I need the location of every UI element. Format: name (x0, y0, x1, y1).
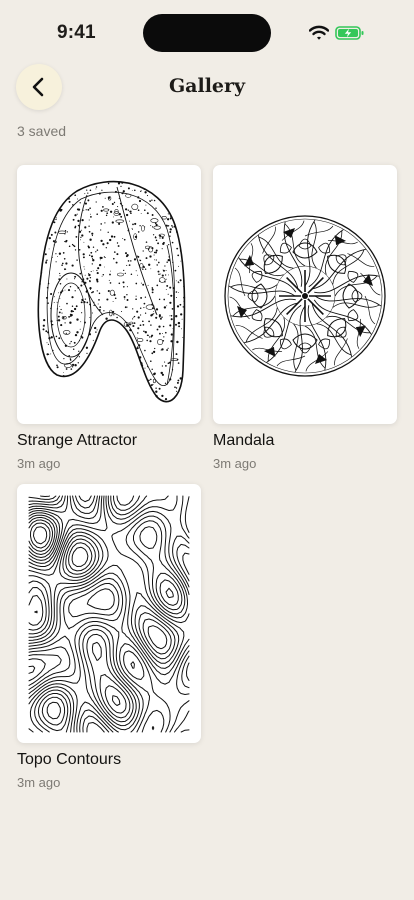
card-title: Mandala (213, 432, 275, 449)
page-title: Gallery (168, 75, 246, 97)
wifi-icon (309, 25, 329, 40)
gallery-card[interactable]: Topo Contours 3m ago (17, 484, 201, 790)
gallery-card[interactable]: Strange Attractor 3m ago (17, 165, 201, 471)
status-time: 9:41 (57, 22, 96, 43)
artwork-thumbnail[interactable] (17, 484, 201, 743)
card-timestamp: 3m ago (213, 456, 257, 471)
card-timestamp: 3m ago (17, 456, 61, 471)
card-title: Strange Attractor (17, 432, 138, 449)
mandala-image (224, 215, 386, 377)
gallery-card[interactable]: Mandala 3m ago (213, 165, 397, 471)
card-title: Topo Contours (17, 751, 122, 768)
topo-contours-image (28, 495, 190, 733)
saved-count: 3 saved (17, 123, 67, 139)
strange-attractor-image (37, 180, 186, 403)
battery-charging-icon (335, 26, 364, 40)
status-bar: 9:41 (0, 0, 414, 64)
dynamic-island (143, 14, 271, 52)
artwork-thumbnail[interactable] (213, 165, 397, 424)
card-timestamp: 3m ago (17, 775, 61, 790)
artwork-thumbnail[interactable] (17, 165, 201, 424)
